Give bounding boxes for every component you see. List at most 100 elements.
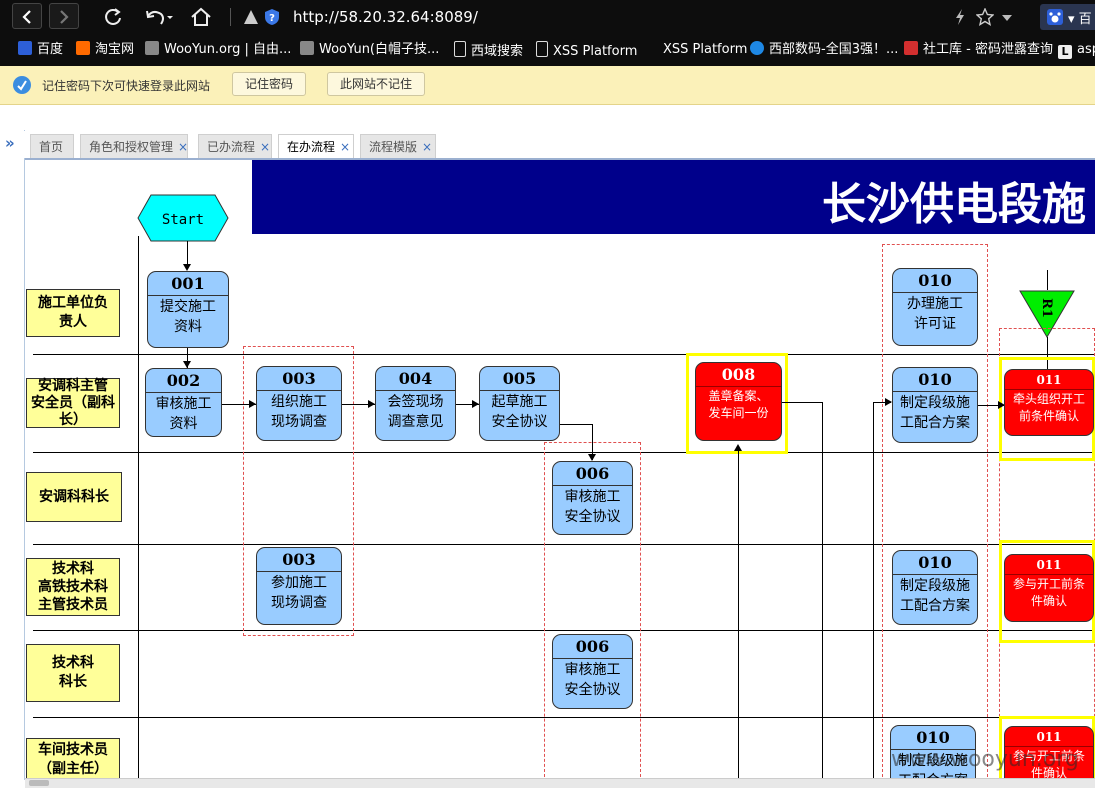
back-button[interactable] <box>12 3 42 29</box>
node-number: 006 <box>575 464 610 483</box>
forward-button[interactable] <box>49 3 79 29</box>
node-number: 003 <box>282 369 316 388</box>
flow-node-011-tech[interactable]: 011 参与开工前条 件确认 <box>1004 554 1094 622</box>
bookmark-xss-platform-2[interactable]: XSS Platform <box>644 41 747 59</box>
browser-toolbar: ? http://58.20.32.64:8089/ ▾ 百 <box>0 0 1095 34</box>
start-node[interactable]: Start <box>137 194 229 242</box>
flow-node-002[interactable]: 002 审核施工 资料 <box>145 368 222 437</box>
lightning-icon[interactable] <box>950 4 970 30</box>
remember-password-button[interactable]: 记住密码 <box>232 72 306 96</box>
node-text: 审核施工 资料 <box>155 396 212 432</box>
address-bar[interactable]: http://58.20.32.64:8089/ <box>293 7 478 27</box>
flow-node-010[interactable]: 010 办理施工 许可证 <box>892 268 978 346</box>
tab-role-auth[interactable]: 角色和授权管理 × <box>80 134 188 158</box>
close-icon[interactable]: × <box>340 140 350 154</box>
bookmark-sgk[interactable]: 社工库 - 密码泄露查询 <box>904 41 1053 59</box>
flow-node-003[interactable]: 003 组织施工 现场调查 <box>256 366 342 441</box>
node-number: 010 <box>918 271 952 290</box>
baidu-search-box[interactable]: ▾ 百 <box>1040 4 1095 30</box>
flow-node-001[interactable]: 001 提交施工 资料 <box>147 271 229 348</box>
scroll-thumb[interactable] <box>29 780 49 786</box>
close-icon[interactable]: × <box>260 140 270 154</box>
bookmark-xss-platform[interactable]: XSS Platform <box>536 41 637 59</box>
bookmark-label: XSS Platform <box>553 44 638 59</box>
r1-label: R1 <box>1039 298 1054 318</box>
connector <box>738 446 739 782</box>
node-text: 牵头组织开工 前条件确认 <box>1012 392 1085 423</box>
tab-done-flow[interactable]: 已办流程 × <box>198 134 272 158</box>
flow-node-006[interactable]: 006 审核施工 安全协议 <box>552 461 633 535</box>
password-save-bar: 记住密码下次可快速登录此网站 记住密码 此网站不记住 <box>0 66 1095 105</box>
role-label: 技术科 高铁技术科 主管技术员 <box>26 558 120 616</box>
bookmark-xiyu[interactable]: 西域搜索 <box>454 41 523 59</box>
connector <box>560 424 592 425</box>
paw-icon <box>1047 9 1063 25</box>
bookmark-wooyun[interactable]: WooYun.org | 自由... <box>145 41 291 59</box>
node-text: 会签现场 调查意见 <box>387 394 444 430</box>
taobao-icon <box>76 41 90 55</box>
node-number: 010 <box>918 370 952 389</box>
site-info-icon[interactable]: ? <box>263 4 281 30</box>
bookmark-asp[interactable]: Lasp <box>1058 41 1095 59</box>
bookmark-wooyun-2[interactable]: WooYun(白帽子技... <box>300 41 439 59</box>
node-text: 提交施工 资料 <box>160 299 216 335</box>
page-icon <box>536 41 548 57</box>
refresh-icon[interactable] <box>100 4 126 30</box>
node-number: 008 <box>721 365 756 384</box>
flow-node-003-join[interactable]: 003 参加施工 现场调查 <box>256 547 342 625</box>
password-message: 记住密码下次可快速登录此网站 <box>42 79 211 93</box>
sidebar-collapsed: » <box>0 130 25 780</box>
bookmark-label: XSS Platform <box>663 42 748 57</box>
role-label: 安调科科长 <box>26 472 122 522</box>
star-icon[interactable] <box>974 4 996 30</box>
flow-node-010-tech[interactable]: 010 制定段级施 工配合方案 <box>892 550 978 625</box>
chevron-down-icon[interactable] <box>1000 4 1014 30</box>
node-number: 010 <box>918 553 952 572</box>
bookmark-baidu[interactable]: 百度 <box>18 41 63 59</box>
close-icon[interactable]: × <box>422 140 432 154</box>
security-shield-icon[interactable] <box>242 4 260 30</box>
bookmark-label: WooYun(白帽子技... <box>319 42 440 57</box>
node-text: 审核施工 安全协议 <box>564 489 621 525</box>
bookmark-label: 社工库 - 密码泄露查询 <box>923 42 1053 57</box>
undo-close-icon[interactable] <box>140 4 176 30</box>
watermark: www.wooyun.org <box>891 747 1079 772</box>
expand-sidebar-icon[interactable]: » <box>5 134 15 152</box>
tab-home[interactable]: 首页 <box>30 134 74 158</box>
flow-node-011[interactable]: 011 牵头组织开工 前条件确认 <box>1004 369 1094 436</box>
flow-node-005[interactable]: 005 起草施工 安全协议 <box>479 366 560 441</box>
close-icon[interactable]: × <box>178 140 188 154</box>
node-text: 组织施工 现场调查 <box>271 394 327 430</box>
node-number: 004 <box>398 369 433 388</box>
toolbar-divider <box>230 8 231 26</box>
flow-node-006-tech[interactable]: 006 审核施工 安全协议 <box>552 634 633 709</box>
svg-text:?: ? <box>269 13 275 24</box>
bookmark-taobao[interactable]: 淘宝网 <box>76 41 134 59</box>
home-icon[interactable] <box>188 4 214 30</box>
node-text: 制定段级施 工配合方案 <box>900 578 970 614</box>
bookmark-west[interactable]: 西部数码-全国3强！... <box>750 41 898 59</box>
tab-label: 首页 <box>39 140 64 154</box>
node-text: 盖章备案、 发车间一份 <box>708 389 769 420</box>
node-number: 001 <box>171 274 205 293</box>
connector <box>782 402 822 403</box>
flow-node-004[interactable]: 004 会签现场 调查意见 <box>375 366 456 441</box>
title-banner: 长沙供电段施 <box>252 160 1095 234</box>
blank-icon <box>644 41 658 55</box>
flow-node-008[interactable]: 008 盖章备案、 发车间一份 <box>695 362 782 441</box>
never-remember-button[interactable]: 此网站不记住 <box>327 72 425 96</box>
node-number: 011 <box>1036 730 1062 744</box>
sgk-icon <box>904 41 918 55</box>
connector <box>1047 270 1048 290</box>
connector <box>187 241 188 268</box>
node-text: 制定段级施 工配合方案 <box>900 395 970 431</box>
flow-node-010-plan[interactable]: 010 制定段级施 工配合方案 <box>892 367 978 443</box>
connector <box>873 402 874 782</box>
tab-label: 已办流程 <box>207 140 256 154</box>
l-icon: L <box>1058 45 1072 59</box>
tab-flow-template[interactable]: 流程模版 × <box>360 134 436 158</box>
tab-active-flow[interactable]: 在办流程 × <box>278 134 354 158</box>
node-text: 参与开工前条 件确认 <box>1012 577 1085 608</box>
bookmark-label: WooYun.org | 自由... <box>164 42 292 57</box>
tab-label: 流程模版 <box>369 140 418 154</box>
